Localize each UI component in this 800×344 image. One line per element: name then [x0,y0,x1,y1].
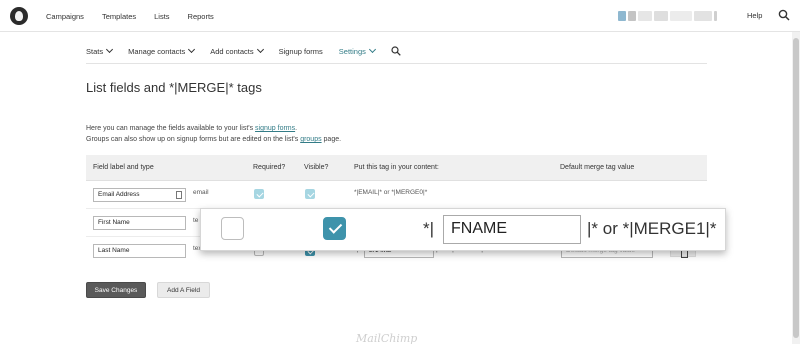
main-nav: Campaigns Templates Lists Reports [46,0,232,32]
fields-table-header: Field label and type Required? Visible? … [86,155,707,181]
desc-text: page. [321,136,342,143]
merge-tag-value-zoomed: FNAME [451,220,507,237]
chevron-down-icon [188,45,196,54]
add-field-button[interactable]: Add A Field [157,282,210,298]
merge-tag-prefix-zoomed: *| [423,219,435,238]
search-icon[interactable] [778,9,790,21]
header-default-value: Default merge tag value [560,164,635,171]
top-navigation-bar: Campaigns Templates Lists Reports Help [0,0,800,32]
search-icon[interactable] [391,46,401,56]
subnav-signup-forms-label: Signup forms [278,46,323,56]
subnav-add-contacts[interactable]: Add contacts [210,45,264,56]
merge-tag-input-zoomed[interactable]: FNAME [443,215,581,244]
header-visible: Visible? [304,164,329,171]
subnav-stats[interactable]: Stats [86,45,114,56]
desc-text: Groups can also show up on signup forms … [86,136,301,143]
field-label-input[interactable]: Last Name [93,244,186,258]
field-label-value: Last Name [98,247,130,254]
page-title: List fields and *|MERGE|* tags [86,80,262,95]
subnav-add-contacts-label: Add contacts [210,46,254,56]
nav-lists[interactable]: Lists [154,12,169,21]
field-label-value: First Name [98,219,130,226]
field-type: email [193,189,209,196]
zoom-callout: *| FNAME |* or *|MERGE1|* [200,208,726,251]
nav-campaigns[interactable]: Campaigns [46,12,84,21]
header-required: Required? [253,164,286,171]
page-description: Here you can manage the fields available… [86,123,341,145]
footer-logo: MailChimp [356,332,418,344]
required-checkbox [254,189,264,199]
visible-checkbox-zoomed[interactable] [323,217,346,240]
header-tag: Put this tag in your content: [354,164,439,171]
field-type: te [193,217,199,224]
desc-text: Here you can manage the fields available… [86,125,256,132]
freddie-logo-icon[interactable] [10,7,28,25]
header-field-label: Field label and type [93,164,154,171]
chevron-down-icon [368,45,376,54]
visible-checkbox [305,189,315,199]
chevron-down-icon [256,45,264,54]
contact-card-icon [176,191,182,199]
required-checkbox-zoomed[interactable] [221,217,244,240]
subnav-signup-forms[interactable]: Signup forms [279,47,323,56]
page: Campaigns Templates Lists Reports Help S… [0,0,800,344]
nav-templates[interactable]: Templates [102,12,136,21]
merge-tag-suffix-zoomed: |* or *|MERGE1|* [587,219,717,238]
desc-text: . [295,125,298,132]
help-link[interactable]: Help [747,11,762,20]
field-label-value: Email Address [98,191,140,198]
field-label-input[interactable]: Email Address [93,188,186,202]
subnav-stats-label: Stats [86,46,104,56]
vertical-scrollbar[interactable] [792,32,800,344]
subnav-settings[interactable]: Settings [338,45,376,56]
signup-forms-link[interactable]: signup forms [255,125,295,132]
list-subnav: Stats Manage contacts Add contacts Signu… [86,42,401,60]
subnav-manage-contacts-label: Manage contacts [128,46,186,56]
chevron-down-icon [106,45,114,54]
subnav-settings-label: Settings [338,46,366,56]
field-label-input[interactable]: First Name [93,216,186,230]
divider [86,63,707,64]
account-menu-blurred[interactable] [618,10,730,22]
nav-reports[interactable]: Reports [188,12,214,21]
subnav-manage-contacts[interactable]: Manage contacts [128,45,196,56]
merge-tag: *|EMAIL|* or *|MERGE0|* [354,189,428,196]
save-changes-button[interactable]: Save Changes [86,282,146,298]
scrollbar-thumb[interactable] [793,38,799,338]
groups-link[interactable]: groups [300,136,321,143]
table-row: Email Address email *|EMAIL|* or *|MERGE… [86,181,707,209]
